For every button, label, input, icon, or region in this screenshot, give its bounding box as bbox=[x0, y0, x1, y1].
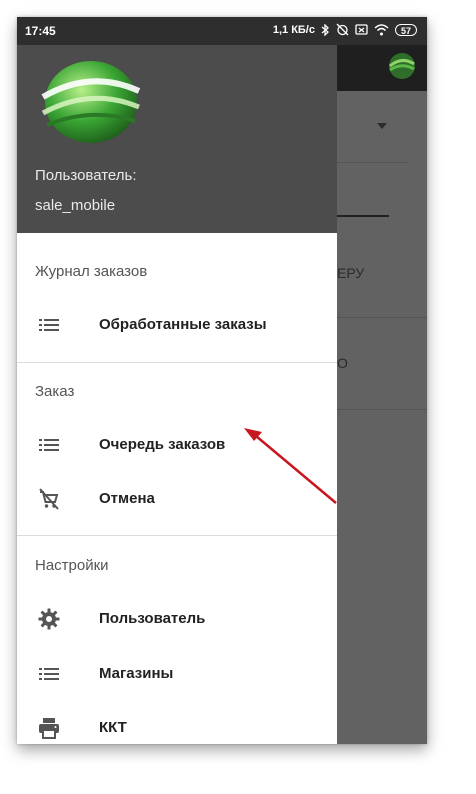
drawer-header: Пользователь: sale_mobile bbox=[17, 45, 337, 233]
background-divider bbox=[337, 409, 427, 410]
menu-item-label: Пользователь bbox=[99, 610, 206, 627]
navigation-drawer: Пользователь: sale_mobile Журнал заказов… bbox=[17, 45, 337, 744]
background-text: ЕРУ bbox=[337, 265, 365, 281]
chevron-down-icon[interactable] bbox=[377, 123, 387, 129]
menu-item-label: ККТ bbox=[99, 719, 127, 736]
wifi-icon bbox=[374, 23, 389, 35]
menu-item-cancel[interactable]: Отмена bbox=[17, 477, 337, 521]
gear-icon bbox=[38, 608, 60, 630]
menu-item-order-queue[interactable]: Очередь заказов bbox=[17, 423, 337, 467]
menu-item-label: Обработанные заказы bbox=[99, 316, 267, 333]
user-label: Пользователь: bbox=[35, 167, 137, 184]
sim-icon bbox=[355, 24, 368, 35]
section-title-orders-log: Журнал заказов bbox=[35, 263, 148, 280]
menu-item-label: Магазины bbox=[99, 665, 174, 682]
background-divider bbox=[337, 317, 427, 318]
background-input-underline bbox=[337, 215, 389, 217]
list-icon bbox=[39, 668, 59, 680]
background-text: О bbox=[337, 355, 348, 371]
remove-shopping-cart-icon bbox=[39, 488, 59, 510]
list-icon bbox=[39, 319, 59, 331]
menu-item-stores[interactable]: Магазины bbox=[17, 652, 337, 696]
menu-item-kkt[interactable]: ККТ bbox=[17, 706, 337, 744]
username: sale_mobile bbox=[35, 197, 116, 214]
status-bar: 17:45 1,1 КБ/с 57 bbox=[17, 17, 427, 45]
alarm-off-icon bbox=[336, 23, 349, 36]
section-divider bbox=[17, 535, 337, 536]
battery-icon: 57 bbox=[395, 23, 417, 36]
section-divider bbox=[17, 362, 337, 363]
section-title-order: Заказ bbox=[35, 383, 75, 400]
app-logo-icon bbox=[41, 61, 141, 143]
menu-item-label: Очередь заказов bbox=[99, 436, 226, 453]
phone-screen: 17:45 1,1 КБ/с 57 ЕРУ О Пользователь: sa… bbox=[17, 17, 427, 744]
bluetooth-icon bbox=[321, 23, 329, 36]
status-time: 17:45 bbox=[25, 24, 56, 38]
section-title-settings: Настройки bbox=[35, 557, 109, 574]
background-divider bbox=[337, 162, 409, 163]
status-indicators: 1,1 КБ/с 57 bbox=[273, 23, 417, 36]
menu-item-label: Отмена bbox=[99, 490, 155, 507]
network-speed: 1,1 КБ/с bbox=[272, 23, 315, 36]
menu-item-processed-orders[interactable]: Обработанные заказы bbox=[17, 303, 337, 347]
app-logo-small-icon bbox=[389, 53, 415, 79]
menu-item-user[interactable]: Пользователь bbox=[17, 597, 337, 641]
printer-icon bbox=[39, 718, 59, 739]
list-icon bbox=[39, 439, 59, 451]
